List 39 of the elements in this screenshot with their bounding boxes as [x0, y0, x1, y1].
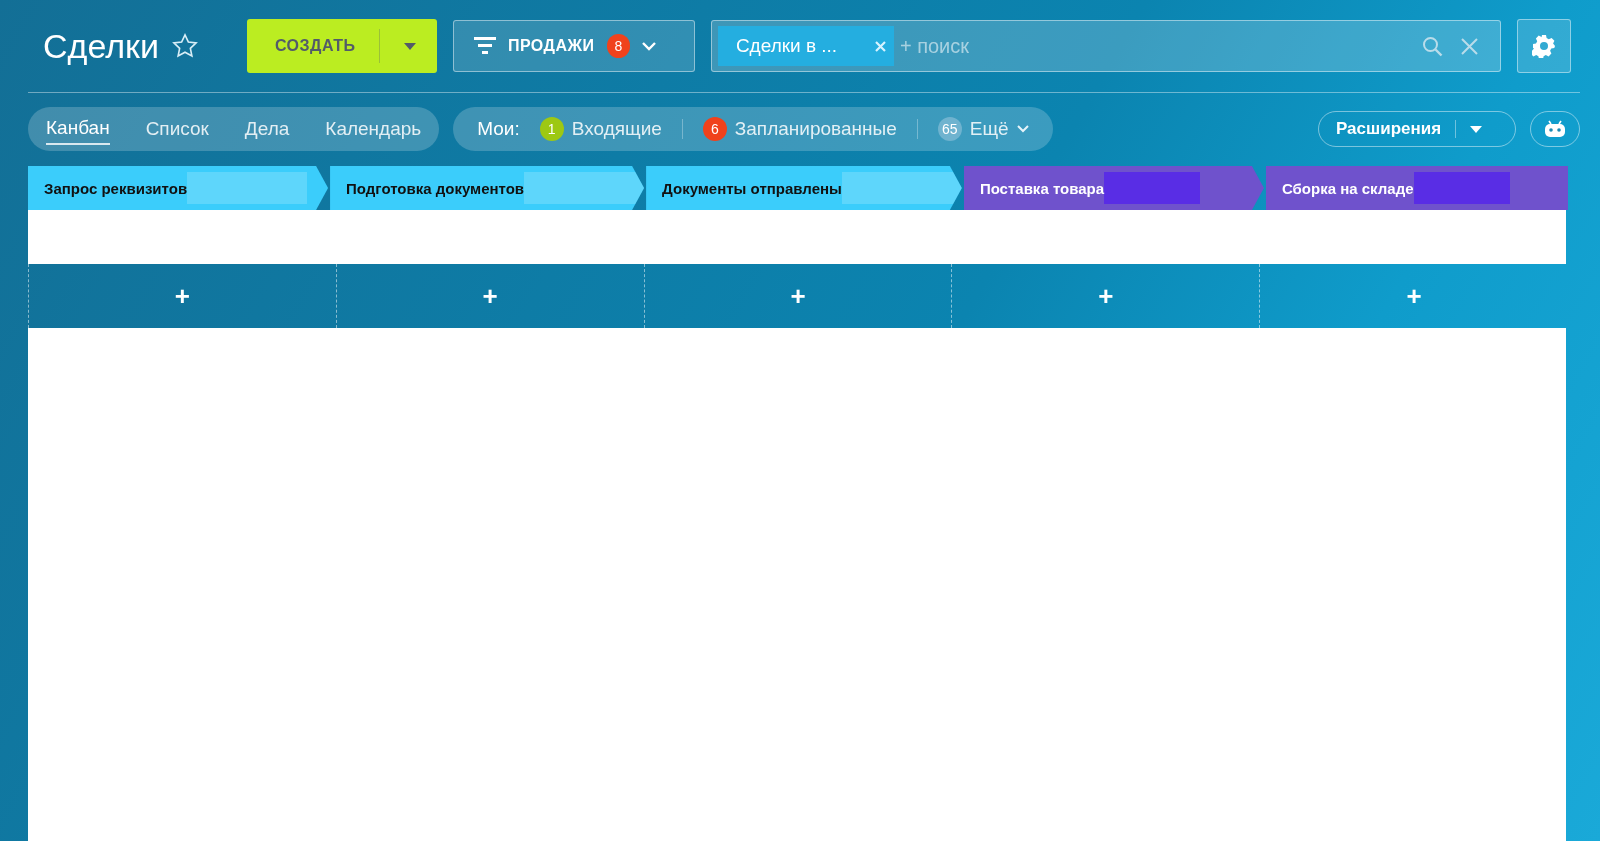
add-deal-button[interactable]: + — [174, 280, 190, 312]
count-badge: 1 — [539, 117, 564, 141]
settings-icon — [1531, 34, 1556, 58]
search-field[interactable]: Сделки в ... + поиск — [710, 20, 1501, 72]
create-button[interactable]: СОЗДАТЬ — [246, 19, 437, 73]
count-badge: 65 — [937, 117, 962, 141]
search-icon[interactable] — [1421, 35, 1443, 57]
view-tab[interactable]: Дела — [244, 114, 290, 144]
robot-icon — [1544, 120, 1566, 138]
stage-header[interactable]: Документы отправлены — [646, 166, 962, 210]
add-deal-button[interactable]: + — [790, 280, 806, 312]
filter-icon — [473, 37, 496, 55]
counter-link[interactable]: 1 Входящие — [539, 117, 662, 141]
view-tab[interactable]: Календарь — [325, 114, 422, 144]
add-deal-button[interactable]: + — [1098, 280, 1114, 312]
stage-header[interactable]: Запрос реквизитов — [28, 166, 329, 210]
counter-link[interactable]: 65 Ещё — [937, 117, 1029, 141]
my-label: Мои: — [477, 118, 520, 140]
chevron-icon — [1016, 125, 1029, 133]
view-tab[interactable]: Список — [145, 114, 209, 144]
close-icon[interactable] — [874, 40, 886, 52]
add-deal-button[interactable]: + — [1406, 280, 1422, 312]
add-deal-button[interactable]: + — [482, 280, 498, 312]
settings-button[interactable] — [1516, 19, 1571, 73]
stage-header[interactable]: Сборка на складе — [1265, 166, 1568, 210]
count-badge: 6 — [702, 117, 727, 141]
caret-icon — [1470, 125, 1483, 133]
caret-icon — [404, 42, 417, 50]
star-icon[interactable] — [170, 32, 199, 60]
count-badge: 8 — [606, 34, 631, 58]
clear-icon[interactable] — [1460, 37, 1478, 55]
chevron-icon — [642, 41, 657, 51]
counter-link[interactable]: 6 Запланированные — [702, 117, 897, 141]
stage-header[interactable]: Подготовка документов — [330, 166, 645, 210]
view-tab[interactable]: Канбан — [46, 113, 110, 145]
page-title: Сделки — [43, 26, 159, 66]
filter-chip[interactable]: Сделки в ... — [717, 26, 894, 66]
stage-header[interactable]: Поставка товара — [963, 166, 1264, 210]
pipeline-button[interactable]: ПРОДАЖИ 8 — [452, 20, 695, 72]
